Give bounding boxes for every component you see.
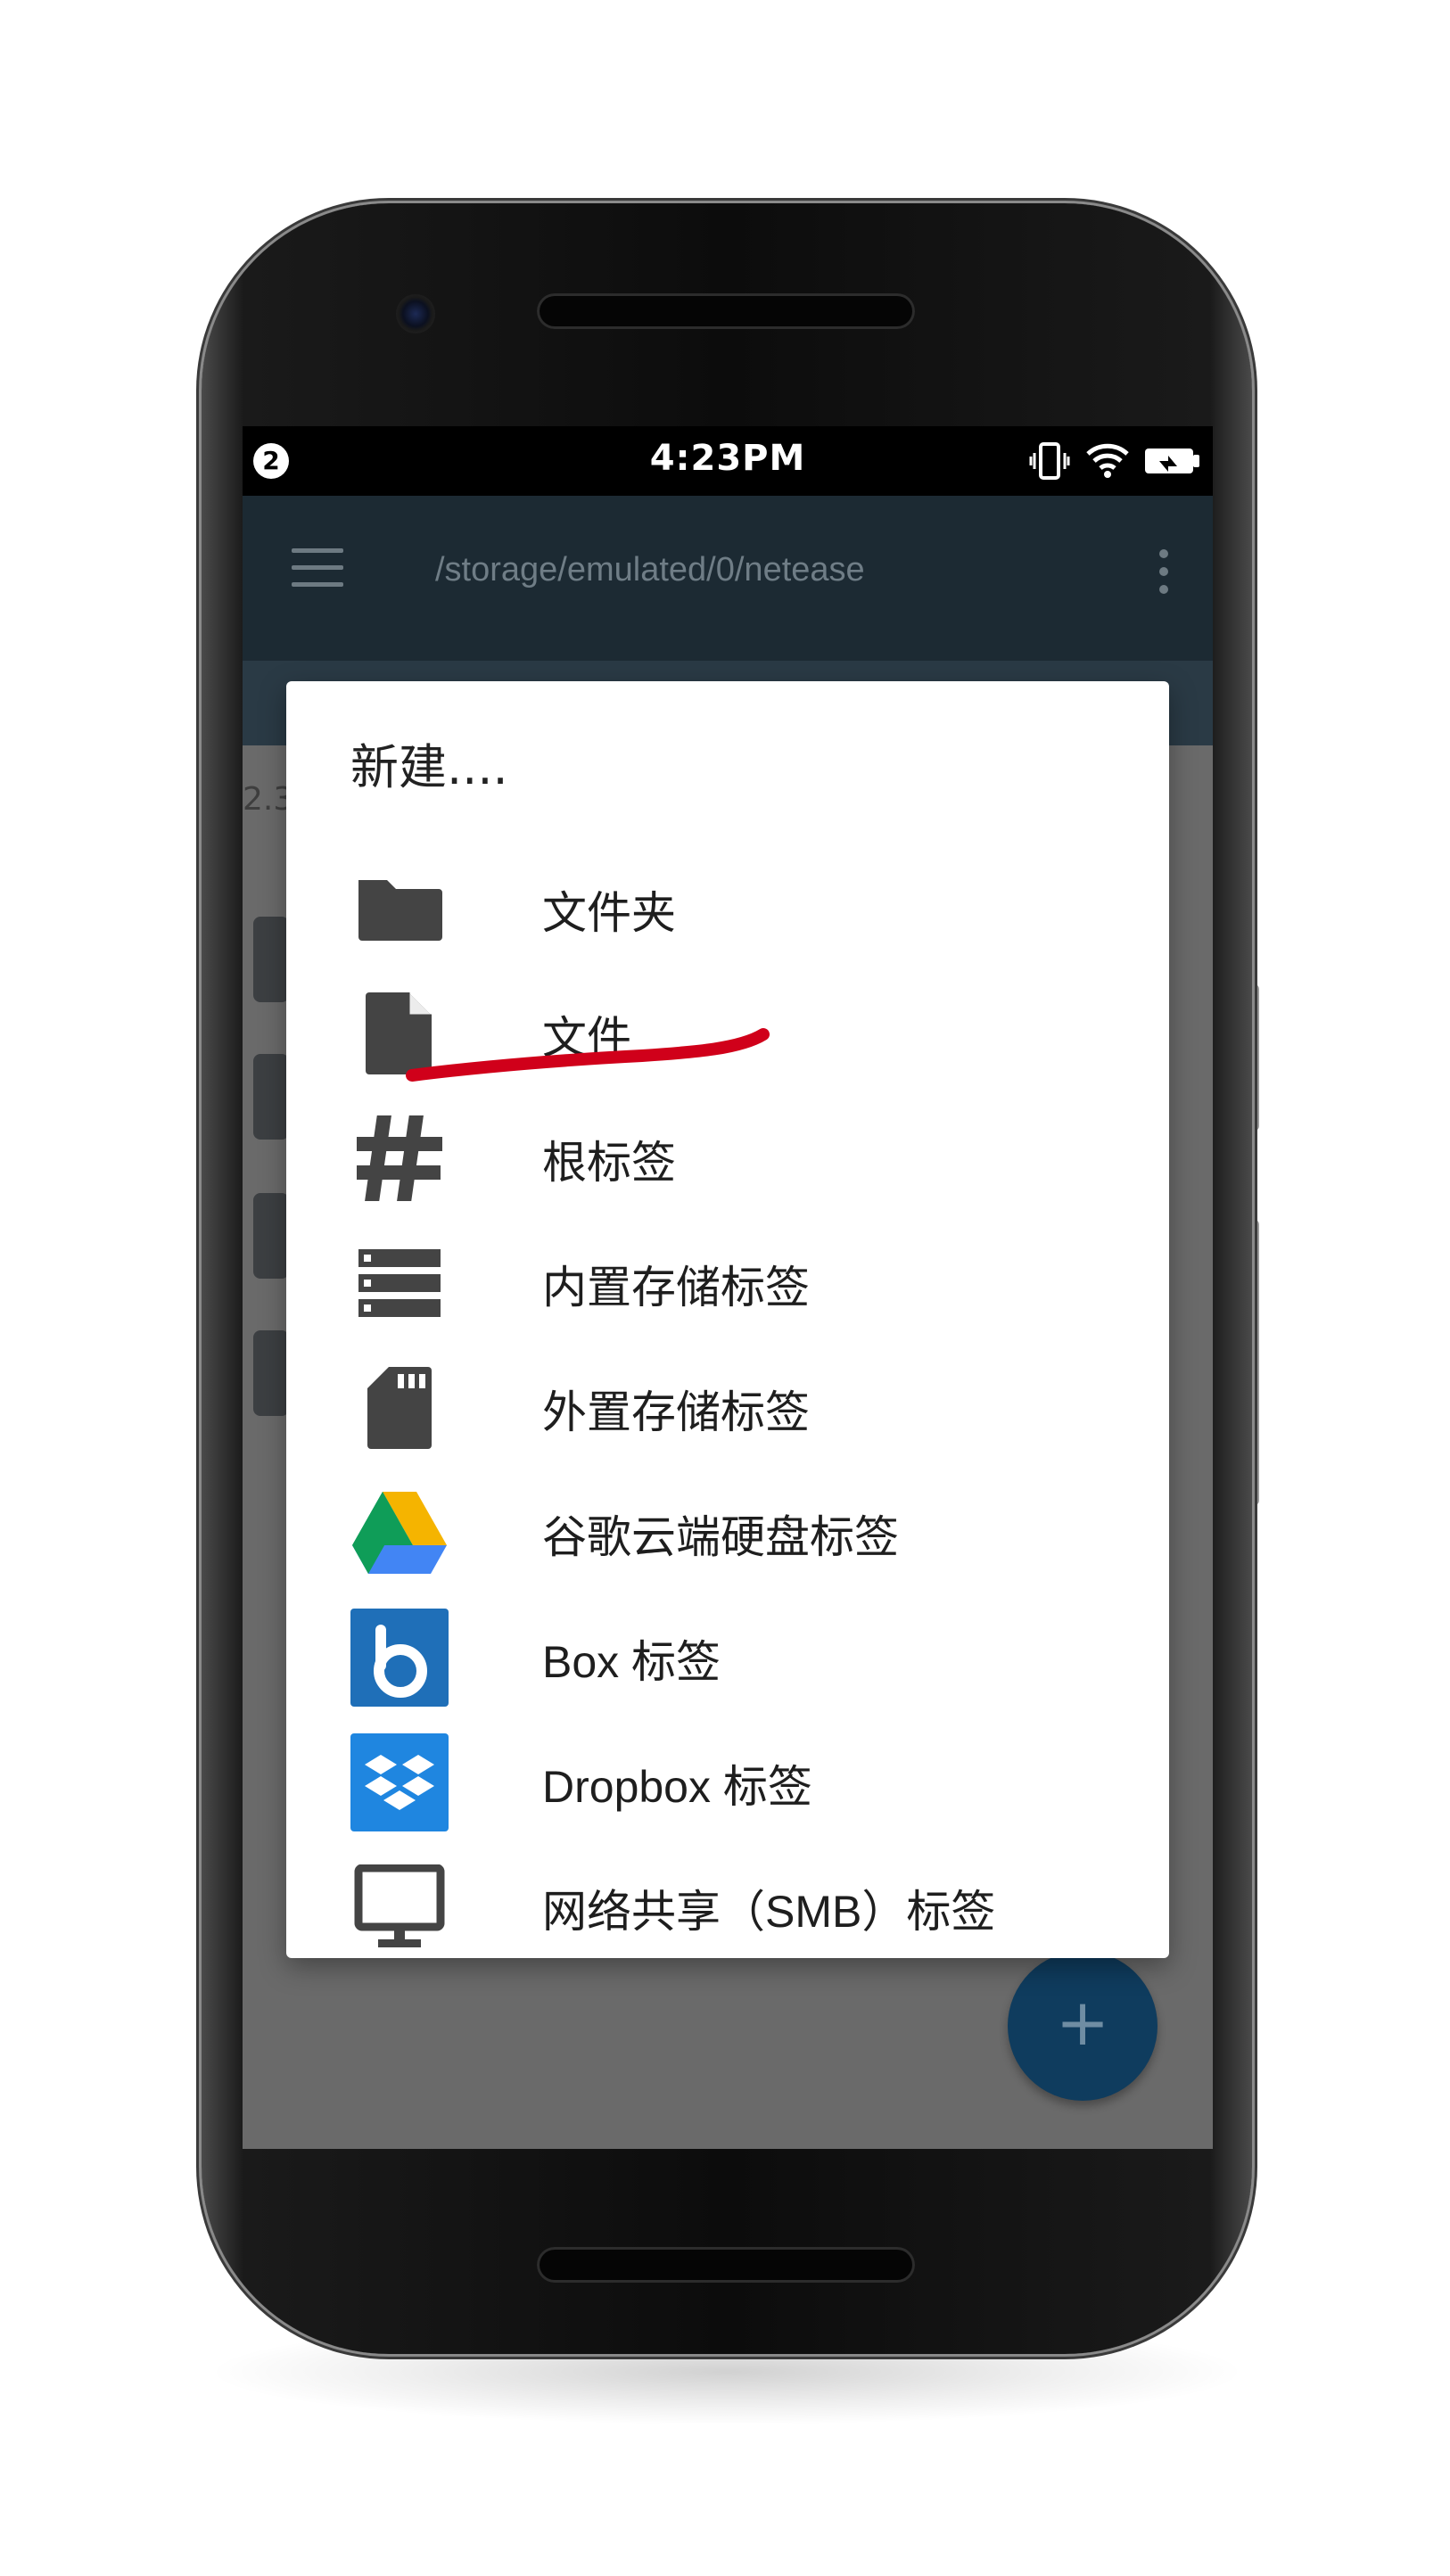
list-item-icon [253, 917, 289, 1002]
menu-item-label: 网络共享（SMB）标签 [542, 1887, 996, 1937]
hash-icon [350, 1109, 449, 1207]
menu-item-external-storage[interactable]: 外置存储标签 [350, 1350, 1135, 1457]
add-fab-button[interactable]: + [1008, 1951, 1158, 2101]
list-item-icon [253, 1330, 289, 1416]
more-options-icon[interactable] [1159, 549, 1168, 603]
menu-item-internal-storage[interactable]: 内置存储标签 [350, 1225, 1135, 1332]
front-camera [396, 294, 435, 333]
sd-card-icon [350, 1359, 449, 1457]
menu-icon[interactable] [292, 548, 343, 589]
menu-item-label: 外置存储标签 [542, 1387, 810, 1437]
current-path[interactable]: /storage/emulated/0/netease [435, 551, 865, 589]
menu-item-label: 文件夹 [542, 888, 676, 938]
status-icons [1029, 440, 1200, 481]
file-icon [350, 984, 449, 1082]
list-item-icon [253, 1054, 289, 1140]
top-speaker [537, 293, 915, 329]
dialog-title: 新建.... [350, 739, 508, 795]
menu-item-smb[interactable]: 网络共享（SMB）标签 [350, 1849, 1135, 1956]
menu-item-label: 根标签 [542, 1138, 676, 1188]
phone-screen: 2 4:23PM /storage/emulated/0/netease 2.3… [243, 426, 1213, 2149]
menu-item-label: 文件 [542, 1013, 631, 1063]
menu-item-file[interactable]: 文件 [350, 975, 1135, 1082]
battery-charging-icon [1145, 449, 1199, 473]
bottom-speaker [537, 2247, 915, 2283]
menu-item-label: 内置存储标签 [542, 1263, 810, 1313]
menu-item-root[interactable]: 根标签 [350, 1100, 1135, 1207]
menu-item-label: Dropbox 标签 [542, 1762, 812, 1812]
wifi-icon [1086, 443, 1129, 478]
dropbox-icon [350, 1733, 449, 1831]
menu-item-google-drive[interactable]: 谷歌云端硬盘标签 [350, 1475, 1135, 1582]
box-icon [350, 1609, 449, 1707]
menu-item-label: 谷歌云端硬盘标签 [542, 1512, 899, 1562]
google-drive-icon [350, 1484, 449, 1582]
menu-item-folder[interactable]: 文件夹 [350, 851, 1135, 958]
app-toolbar: /storage/emulated/0/netease [243, 496, 1213, 661]
monitor-icon [350, 1858, 449, 1956]
new-item-dialog: 新建.... 文件夹 文件 根标签 内置存储标签 外置存储标签 谷歌云端硬盘标签… [286, 681, 1169, 1958]
list-item-icon [253, 1193, 289, 1279]
menu-item-dropbox[interactable]: Dropbox 标签 [350, 1724, 1135, 1831]
menu-item-box[interactable]: Box 标签 [350, 1600, 1135, 1707]
vibrate-icon [1029, 442, 1070, 480]
status-bar: 2 4:23PM [243, 426, 1213, 496]
folder-icon [350, 860, 449, 958]
menu-item-label: Box 标签 [542, 1637, 721, 1687]
storage-icon [350, 1234, 449, 1332]
